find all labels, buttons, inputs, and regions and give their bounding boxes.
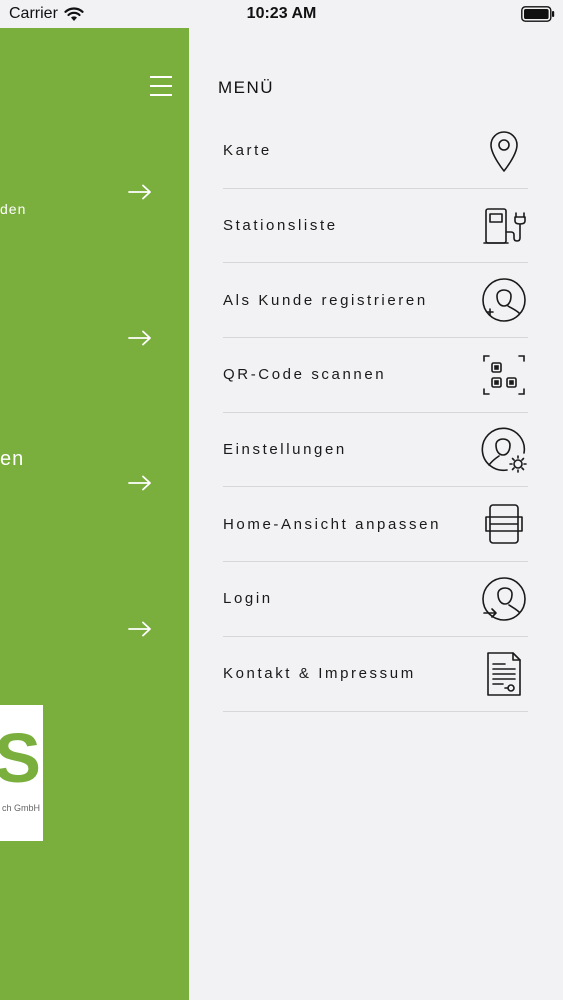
menu-item-login[interactable]: Login [223, 562, 528, 637]
menu-item-register[interactable]: Als Kunde registrieren [223, 263, 528, 339]
arrow-right-icon[interactable] [128, 330, 152, 346]
menu-item-label: Karte [223, 142, 272, 160]
qr-scan-icon [480, 351, 528, 399]
arrow-right-icon[interactable] [128, 184, 152, 200]
battery-icon [521, 6, 555, 22]
map-pin-icon [480, 127, 528, 175]
peek-text-first: den [0, 201, 27, 217]
menu-item-label: Kontakt & Impressum [223, 665, 416, 683]
hamburger-menu-icon[interactable] [150, 76, 172, 96]
peek-text-second: en [0, 448, 25, 470]
user-add-icon [480, 276, 528, 324]
login-icon [480, 575, 528, 623]
arrow-right-icon[interactable] [128, 475, 152, 491]
menu-item-label: Als Kunde registrieren [223, 291, 428, 309]
charging-station-icon [480, 202, 528, 250]
menu-item-label: Home-Ansicht anpassen [223, 515, 442, 533]
logo-letter: S [0, 719, 41, 797]
customize-home-icon [480, 500, 528, 548]
menu-title: MENÜ [218, 78, 275, 97]
status-time: 10:23 AM [246, 5, 317, 22]
side-menu: MENÜ Karte Stationsliste Als Kunde regis… [189, 28, 563, 1000]
document-icon [480, 650, 528, 698]
menu-item-settings[interactable]: Einstellungen [223, 413, 528, 488]
menu-item-qr-scan[interactable]: QR-Code scannen [223, 338, 528, 413]
menu-item-label: Stationsliste [223, 217, 338, 235]
home-background-panel[interactable]: den en S ch GmbH [0, 28, 189, 1000]
menu-list: Karte Stationsliste Als Kunde registrier… [223, 114, 528, 712]
user-settings-icon [480, 426, 528, 474]
menu-item-karte[interactable]: Karte [223, 114, 528, 189]
menu-item-label: Login [223, 590, 273, 608]
menu-item-stationsliste[interactable]: Stationsliste [223, 189, 528, 264]
logo-subtext: ch GmbH [1, 803, 40, 813]
status-bar: Carrier 10:23 AM [0, 0, 563, 28]
company-logo: S ch GmbH [0, 705, 43, 841]
menu-item-label: Einstellungen [223, 441, 347, 459]
arrow-right-icon[interactable] [128, 621, 152, 637]
menu-item-label: QR-Code scannen [223, 366, 387, 384]
menu-item-customize-home[interactable]: Home-Ansicht anpassen [223, 487, 528, 563]
menu-item-contact[interactable]: Kontakt & Impressum [223, 637, 528, 712]
